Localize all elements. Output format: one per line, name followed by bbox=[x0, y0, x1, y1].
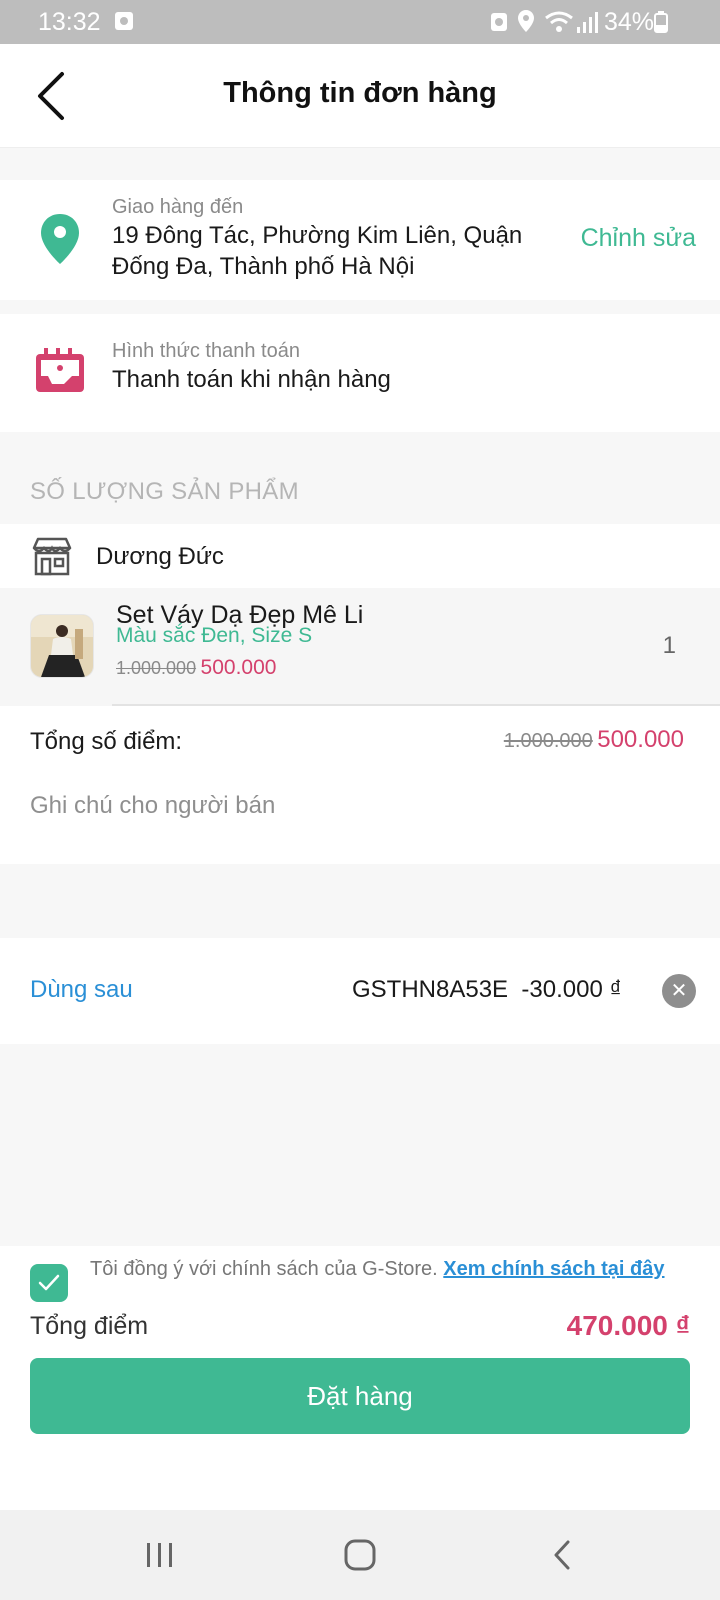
payment-calendar-icon bbox=[36, 348, 84, 392]
product-variant: Màu sắc Đen, Size S bbox=[116, 624, 313, 647]
seller-note-input[interactable] bbox=[30, 786, 690, 826]
remove-coupon-button[interactable]: ✕ bbox=[662, 974, 696, 1008]
back-nav-icon[interactable] bbox=[534, 1530, 594, 1580]
product-old-price: 1.000.000 bbox=[116, 658, 197, 678]
app-bar: Thông tin đơn hàng bbox=[0, 44, 720, 148]
product-price-row: 1.000.000 500.000 bbox=[116, 656, 276, 680]
battery-icon bbox=[654, 11, 668, 33]
place-order-button[interactable]: Đặt hàng bbox=[30, 1358, 690, 1434]
products-section-title: SỐ LƯỢNG SẢN PHẨM bbox=[30, 478, 299, 505]
agree-checkbox[interactable] bbox=[30, 1264, 68, 1302]
signal-icon bbox=[577, 12, 598, 33]
product-row[interactable]: Set Váy Dạ Đẹp Mê Li Màu sắc Đen, Size S… bbox=[0, 588, 720, 706]
address-line-2: Đống Đa, Thành phố Hà Nội bbox=[112, 253, 415, 280]
coupon-code-text: GSTHN8A53E bbox=[352, 976, 509, 1003]
location-pin-icon bbox=[41, 214, 79, 264]
battery-percent: 34% bbox=[604, 8, 655, 36]
total-value: 500.000 bbox=[597, 726, 684, 753]
home-icon[interactable] bbox=[330, 1530, 390, 1580]
shop-name: Dương Đức bbox=[96, 543, 224, 570]
shop-row: Dương Đức bbox=[0, 524, 720, 588]
address-line-1: 19 Đông Tác, Phường Kim Liên, Quận bbox=[112, 222, 523, 249]
wifi-icon bbox=[545, 11, 573, 32]
store-icon bbox=[32, 537, 72, 576]
payment-method-card: Hình thức thanh toán Thanh toán khi nhận… bbox=[0, 314, 720, 432]
status-bar: 13:32 34% bbox=[0, 0, 720, 44]
close-icon: ✕ bbox=[670, 980, 688, 1002]
recent-apps-icon[interactable] bbox=[130, 1530, 190, 1580]
coupon-code: GSTHN8A53E -30.000 ₫ bbox=[352, 976, 622, 1004]
grand-total-value: 470.000 ₫ bbox=[566, 1310, 690, 1341]
shipping-address-card: Giao hàng đến 19 Đông Tác, Phường Kim Li… bbox=[0, 180, 720, 300]
total-old-value: 1.000.000 bbox=[503, 730, 593, 752]
agree-text: Tôi đồng ý với chính sách của G-Store. X… bbox=[90, 1256, 690, 1282]
payment-method: Thanh toán khi nhận hàng bbox=[112, 366, 391, 393]
order-summary: Tổng số điểm: 1.000.000 500.000 bbox=[0, 706, 720, 864]
checkmark-icon bbox=[38, 1274, 60, 1291]
coupon-row: Dùng sau GSTHN8A53E -30.000 ₫ ✕ bbox=[0, 938, 720, 1044]
checkout-panel: Tôi đồng ý với chính sách của G-Store. X… bbox=[0, 1246, 720, 1510]
product-price: 500.000 bbox=[200, 656, 277, 679]
shipping-label: Giao hàng đến bbox=[112, 196, 244, 218]
use-later-link[interactable]: Dùng sau bbox=[30, 976, 133, 1004]
status-time: 13:32 bbox=[38, 8, 101, 36]
screenshot-icon bbox=[115, 12, 133, 30]
policy-link[interactable]: Xem chính sách tại đây bbox=[443, 1258, 664, 1280]
grand-total-label: Tổng điểm bbox=[30, 1312, 149, 1340]
system-nav-bar bbox=[0, 1510, 720, 1600]
page-title: Thông tin đơn hàng bbox=[223, 77, 497, 109]
edit-address-link[interactable]: Chỉnh sửa bbox=[581, 224, 696, 253]
payment-label: Hình thức thanh toán bbox=[112, 340, 300, 362]
recycle-icon bbox=[491, 13, 507, 31]
coupon-discount: -30.000 ₫ bbox=[521, 976, 622, 1003]
total-points-value: 1.000.000 500.000 bbox=[504, 726, 684, 754]
total-points-label: Tổng số điểm: bbox=[30, 728, 183, 755]
product-thumbnail bbox=[30, 614, 94, 678]
location-icon bbox=[518, 10, 534, 32]
agree-statement: Tôi đồng ý với chính sách của G-Store. bbox=[90, 1258, 438, 1280]
product-quantity: 1 bbox=[662, 632, 676, 659]
